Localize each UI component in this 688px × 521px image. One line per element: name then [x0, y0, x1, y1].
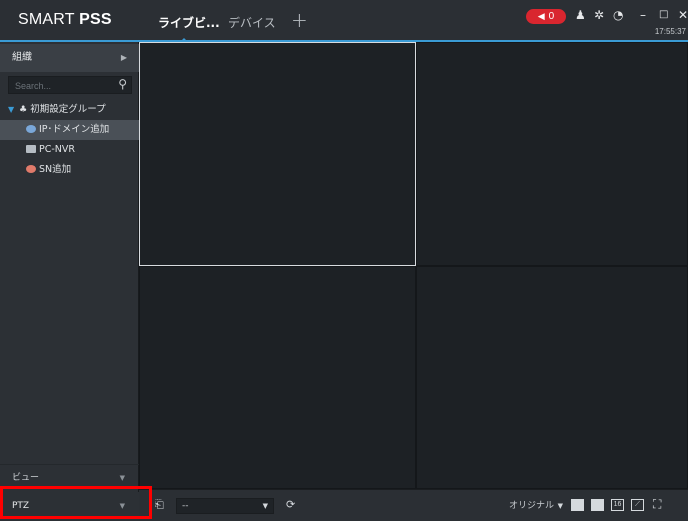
tree-item-label: SN追加 [39, 164, 72, 175]
maximize-icon[interactable]: □ [659, 9, 668, 20]
brand-prefix: SMART [18, 11, 80, 28]
clock: 17:55:37 [654, 27, 686, 36]
speaker-icon: ◀ [537, 11, 545, 21]
chevron-down-icon: ▼ [262, 502, 268, 510]
fullscreen-icon[interactable]: ⛶ [653, 497, 661, 512]
layout-16-button[interactable]: 16 [611, 499, 624, 511]
brand-bold: PSS [79, 11, 112, 28]
video-window-1[interactable] [139, 42, 416, 266]
title-bar: SMART PSS ライブビ... デバイス + ◀ 0 ♟ ✲ ◔ – □ ✕ … [0, 0, 688, 42]
custom-layout-icon[interactable]: ⟋ [631, 499, 644, 511]
tab-live-view[interactable]: ライブビ... [158, 14, 220, 31]
chevron-right-icon: ▶ [120, 53, 127, 62]
group-icon: ♣ [19, 105, 28, 115]
layout-4-icon[interactable] [571, 499, 584, 511]
search-box: ⚲ [8, 76, 132, 94]
sidebar: 組織 ▶ ⚲ ▼♣初期設定グループ IP･ドメイン追加 PC-NVR SN追加 … [0, 42, 139, 521]
ip-device-icon [26, 125, 36, 133]
search-input[interactable] [13, 78, 115, 94]
tree-item-label: PC-NVR [39, 144, 75, 155]
app-logo: SMART PSS [18, 11, 112, 29]
pc-nvr-icon [26, 145, 36, 153]
tree-item-sn-add[interactable]: SN追加 [0, 160, 139, 180]
video-grid [139, 42, 688, 489]
user-icon[interactable]: ♟ [575, 8, 586, 22]
view-label: ビュー [12, 473, 40, 483]
expand-caret-icon[interactable]: ▼ [8, 105, 14, 114]
refresh-icon[interactable]: ⟳ [286, 498, 295, 511]
video-window-3[interactable] [139, 266, 416, 489]
add-tab-button[interactable]: + [291, 8, 308, 32]
tree-group-default[interactable]: ▼ ♣ 初期設定グループ [0, 100, 139, 120]
tree-item-label: IP･ドメイン追加 [39, 124, 110, 135]
gear-icon[interactable]: ✲ [594, 8, 604, 22]
aspect-ratio-value: オリジナル [509, 501, 555, 511]
gauge-icon[interactable]: ◔ [613, 8, 623, 22]
minimize-icon[interactable]: – [640, 8, 646, 22]
organization-label: 組織 [12, 52, 32, 63]
chevron-down-icon: ▼ [557, 502, 563, 510]
alarm-count: 0 [548, 11, 555, 22]
video-window-2[interactable] [416, 42, 688, 266]
save-view-icon[interactable]: ⎗ [155, 498, 164, 512]
video-window-4[interactable] [416, 266, 688, 489]
alarm-button[interactable]: ◀ 0 [526, 9, 566, 24]
tree-group-label: 初期設定グループ [30, 104, 106, 115]
aspect-ratio-select[interactable]: オリジナル ▼ [509, 498, 563, 514]
sn-device-icon [26, 165, 36, 173]
view-select[interactable]: -- ▼ [176, 498, 274, 514]
layout-9-icon[interactable] [591, 499, 604, 511]
tab-device[interactable]: デバイス [228, 14, 276, 31]
search-icon[interactable]: ⚲ [118, 77, 127, 91]
tree-item-pc-nvr[interactable]: PC-NVR [0, 140, 139, 160]
highlight-box [0, 486, 152, 519]
close-icon[interactable]: ✕ [678, 8, 688, 22]
organization-header[interactable]: 組織 ▶ [0, 44, 139, 72]
bottom-toolbar: ⎗ -- ▼ ⟳ オリジナル ▼ 16 ⟋ ⛶ [139, 489, 688, 521]
device-tree: ▼ ♣ 初期設定グループ IP･ドメイン追加 PC-NVR SN追加 [0, 100, 139, 180]
tree-item-ip-domain-add[interactable]: IP･ドメイン追加 [0, 120, 139, 140]
view-select-value: -- [182, 501, 189, 511]
